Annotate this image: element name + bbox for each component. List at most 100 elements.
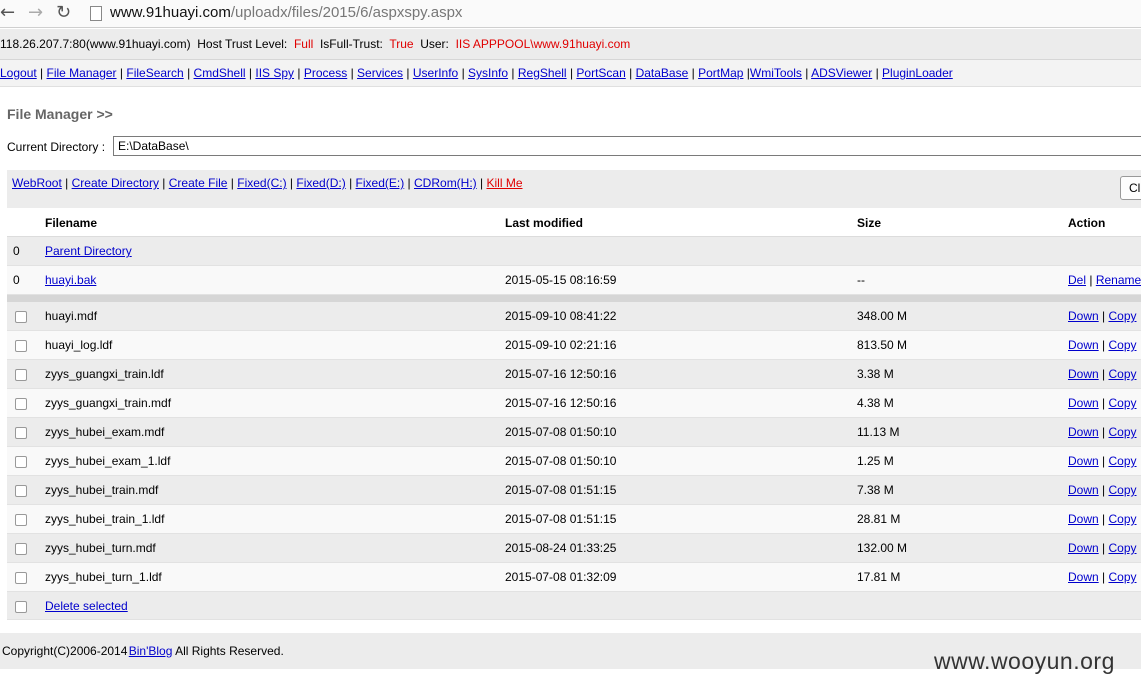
row-checkbox[interactable]	[15, 572, 27, 584]
server-address: 118.26.207.7:80(www.91huayi.com)	[0, 37, 191, 51]
link-create-file[interactable]: Create File	[169, 176, 228, 190]
link-drive-e[interactable]: Fixed(E:)	[356, 176, 405, 190]
menu-logout[interactable]: Logout	[0, 66, 37, 80]
menu-iis-spy[interactable]: IIS Spy	[255, 66, 294, 80]
copy-link[interactable]: Copy	[1108, 367, 1136, 381]
reload-icon[interactable]: ↻	[56, 2, 71, 24]
modified-cell: 2015-07-08 01:32:09	[505, 570, 617, 584]
current-directory-input[interactable]	[113, 136, 1141, 156]
link-webroot[interactable]: WebRoot	[12, 176, 62, 190]
menu-user-info[interactable]: UserInfo	[413, 66, 458, 80]
header-modified: Last modified	[505, 216, 584, 230]
del-link[interactable]: Del	[1068, 273, 1086, 287]
forward-arrow-icon[interactable]: →	[28, 2, 43, 24]
down-link[interactable]: Down	[1068, 454, 1099, 468]
table-row: huayi.mdf 2015-09-10 08:41:22 348.00 M D…	[7, 302, 1141, 331]
filename-cell: zyys_hubei_exam.mdf	[45, 425, 165, 439]
blog-link[interactable]: Bin'Blog	[129, 644, 173, 658]
copy-link[interactable]: Copy	[1108, 309, 1136, 323]
link-kill-me[interactable]: Kill Me	[486, 176, 522, 190]
action-cell: Down | Copy	[1068, 483, 1137, 497]
trust-level-label: Host Trust Level:	[197, 37, 288, 51]
menu-port-map[interactable]: PortMap	[698, 66, 743, 80]
header-size: Size	[857, 216, 882, 230]
menu-plugin-loader[interactable]: PluginLoader	[882, 66, 953, 80]
down-link[interactable]: Down	[1068, 396, 1099, 410]
modified-cell: 2015-09-10 02:21:16	[505, 338, 617, 352]
table-header: Filename Last modified Size Action	[7, 209, 1141, 237]
delete-selected-link[interactable]: Delete selected	[45, 592, 128, 620]
copy-link[interactable]: Copy	[1108, 396, 1136, 410]
delete-selected-row: Delete selected	[7, 592, 1141, 620]
row-checkbox[interactable]	[15, 456, 27, 468]
row-checkbox[interactable]	[15, 398, 27, 410]
down-link[interactable]: Down	[1068, 309, 1099, 323]
copy-link[interactable]: Copy	[1108, 512, 1136, 526]
link-create-directory[interactable]: Create Directory	[72, 176, 159, 190]
down-link[interactable]: Down	[1068, 367, 1099, 381]
action-cell: Down | Copy	[1068, 367, 1137, 381]
current-directory-label: Current Directory :	[7, 140, 106, 154]
size-cell: 28.81 M	[857, 512, 901, 526]
row-checkbox[interactable]	[15, 311, 27, 323]
menu-database[interactable]: DataBase	[636, 66, 689, 80]
server-info-bar: 118.26.207.7:80(www.91huayi.com) Host Tr…	[0, 29, 1141, 60]
menu-process[interactable]: Process	[304, 66, 347, 80]
modified-cell: 2015-09-10 08:41:22	[505, 309, 617, 323]
down-link[interactable]: Down	[1068, 512, 1099, 526]
row-checkbox[interactable]	[15, 543, 27, 555]
row-checkbox[interactable]	[15, 485, 27, 497]
copy-link[interactable]: Copy	[1108, 541, 1136, 555]
menu-wmi-tools[interactable]: WmiTools	[750, 66, 802, 80]
link-drive-c[interactable]: Fixed(C:)	[237, 176, 286, 190]
rename-link[interactable]: Rename	[1096, 273, 1141, 287]
size-cell: 1.25 M	[857, 454, 894, 468]
copy-link[interactable]: Copy	[1108, 425, 1136, 439]
row-separator	[7, 295, 1141, 302]
watermark: www.wooyun.org	[934, 648, 1115, 674]
table-row: zyys_guangxi_train.mdf 2015-07-16 12:50:…	[7, 389, 1141, 418]
header-action: Action	[1068, 216, 1106, 230]
modified-cell: 2015-07-08 01:51:15	[505, 512, 617, 526]
url-field[interactable]: www.91huayi.com/uploadx/files/2015/6/asp…	[110, 4, 462, 22]
menu-file-manager[interactable]: File Manager	[47, 66, 117, 80]
copy-link[interactable]: Copy	[1108, 570, 1136, 584]
cl-button[interactable]: Cl	[1120, 176, 1141, 200]
copy-link[interactable]: Copy	[1108, 483, 1136, 497]
header-filename: Filename	[45, 216, 98, 230]
down-link[interactable]: Down	[1068, 570, 1099, 584]
modified-cell: 2015-07-16 12:50:16	[505, 367, 617, 381]
table-row: zyys_hubei_turn.mdf 2015-08-24 01:33:25 …	[7, 534, 1141, 563]
menu-cmd-shell[interactable]: CmdShell	[194, 66, 246, 80]
row-checkbox[interactable]	[15, 514, 27, 526]
size-cell: 17.81 M	[857, 570, 901, 584]
filename-cell: zyys_guangxi_train.mdf	[45, 396, 172, 410]
row-checkbox[interactable]	[15, 340, 27, 352]
menu-sys-info[interactable]: SysInfo	[468, 66, 508, 80]
down-link[interactable]: Down	[1068, 483, 1099, 497]
down-link[interactable]: Down	[1068, 338, 1099, 352]
link-drive-d[interactable]: Fixed(D:)	[296, 176, 345, 190]
link-drive-h[interactable]: CDRom(H:)	[414, 176, 477, 190]
directory-link[interactable]: huayi.bak	[45, 266, 96, 294]
parent-directory-link[interactable]: Parent Directory	[45, 237, 132, 265]
menu-reg-shell[interactable]: RegShell	[518, 66, 567, 80]
down-link[interactable]: Down	[1068, 425, 1099, 439]
select-all-checkbox[interactable]	[15, 601, 27, 613]
action-cell: Down | Copy	[1068, 541, 1137, 555]
filename-cell: huayi_log.ldf	[45, 338, 113, 352]
down-link[interactable]: Down	[1068, 541, 1099, 555]
filename-cell: huayi.mdf	[45, 309, 98, 323]
row-checkbox[interactable]	[15, 427, 27, 439]
back-arrow-icon[interactable]: ←	[0, 2, 15, 24]
menu-file-search[interactable]: FileSearch	[126, 66, 183, 80]
isfull-trust-label: IsFull-Trust:	[319, 37, 383, 51]
action-cell: Del | Rename	[1068, 273, 1141, 287]
copy-link[interactable]: Copy	[1108, 454, 1136, 468]
menu-services[interactable]: Services	[357, 66, 403, 80]
action-cell: Down | Copy	[1068, 396, 1137, 410]
row-checkbox[interactable]	[15, 369, 27, 381]
copy-link[interactable]: Copy	[1108, 338, 1136, 352]
menu-port-scan[interactable]: PortScan	[576, 66, 625, 80]
menu-ads-viewer[interactable]: ADSViewer	[811, 66, 872, 80]
